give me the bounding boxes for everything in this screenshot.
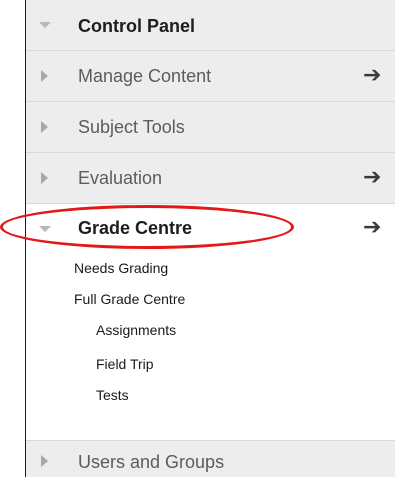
link-assignments[interactable]: Assignments bbox=[96, 322, 176, 338]
control-panel-header[interactable]: Control Panel bbox=[26, 0, 395, 50]
link-tests[interactable]: Tests bbox=[96, 387, 129, 403]
menu-item-label: Users and Groups bbox=[78, 452, 225, 472]
link-full-grade-centre[interactable]: Full Grade Centre bbox=[74, 291, 185, 307]
link-field-trip[interactable]: Field Trip bbox=[96, 356, 154, 372]
menu-item-subject-tools[interactable]: Subject Tools bbox=[26, 101, 395, 152]
collapsed-triangle-icon bbox=[41, 172, 48, 184]
menu-item-evaluation[interactable]: Evaluation ➔ bbox=[26, 152, 395, 203]
collapsed-triangle-icon bbox=[41, 121, 48, 133]
grade-centre-title: Grade Centre bbox=[78, 218, 193, 238]
control-panel-title: Control Panel bbox=[78, 16, 196, 36]
arrow-right-icon[interactable]: ➔ bbox=[363, 166, 381, 188]
expanded-triangle-icon bbox=[39, 22, 51, 28]
expanded-triangle-icon bbox=[39, 226, 51, 232]
link-needs-grading[interactable]: Needs Grading bbox=[74, 260, 168, 276]
collapsed-triangle-icon bbox=[41, 70, 48, 82]
menu-item-manage-content[interactable]: Manage Content ➔ bbox=[26, 50, 395, 101]
menu-item-label: Manage Content bbox=[78, 66, 212, 86]
collapsed-triangle-icon bbox=[41, 455, 48, 467]
menu-item-label: Subject Tools bbox=[78, 117, 185, 137]
arrow-right-icon[interactable]: ➔ bbox=[363, 64, 381, 86]
menu-item-label: Evaluation bbox=[78, 168, 163, 188]
arrow-right-icon[interactable]: ➔ bbox=[363, 216, 381, 238]
menu-item-users-and-groups[interactable]: Users and Groups bbox=[26, 440, 395, 477]
menu-item-grade-centre[interactable]: Grade Centre ➔ bbox=[26, 203, 395, 253]
control-panel-menu: Control Panel Manage Content ➔ Subject T… bbox=[25, 0, 395, 477]
